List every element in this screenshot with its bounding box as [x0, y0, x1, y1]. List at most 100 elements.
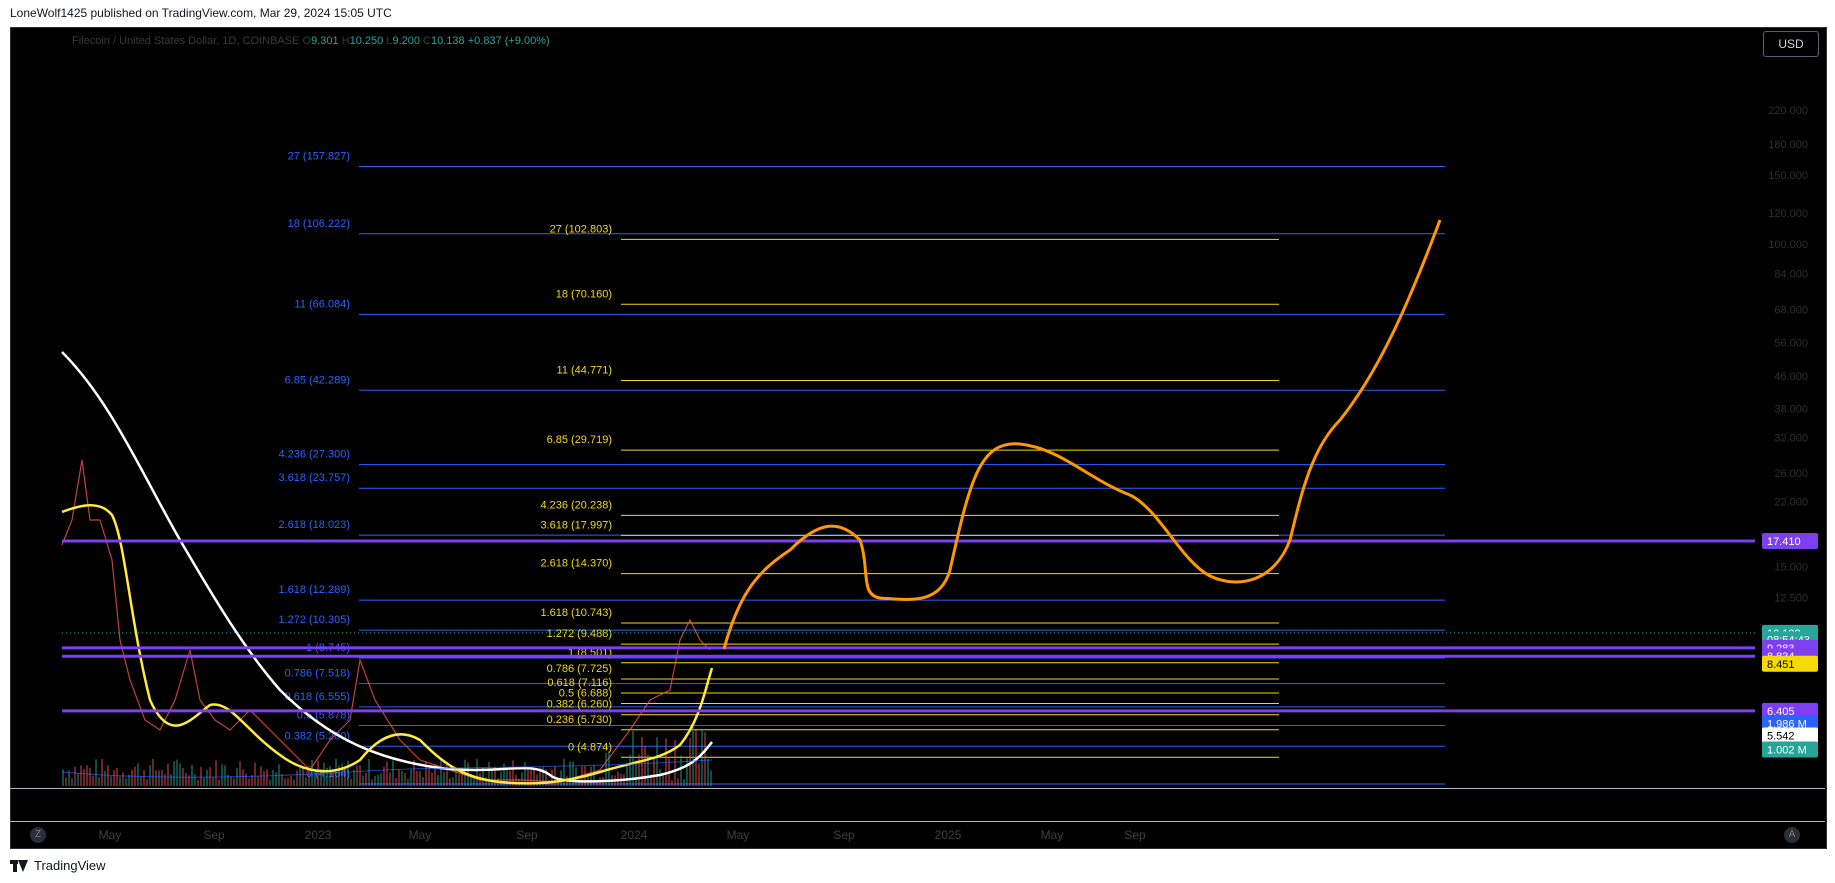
volume-bar [98, 777, 100, 786]
volume-bar [398, 769, 400, 786]
volume-bar [74, 767, 76, 786]
volume-bar [365, 773, 367, 786]
volume-bar [356, 765, 358, 786]
pane-divider [10, 788, 1825, 789]
volume-bar [656, 737, 658, 786]
fib-blue-label: 18 (106.222) [288, 218, 350, 230]
fib-yellow-label: 3.618 (17.997) [540, 519, 612, 531]
volume-bar [80, 765, 82, 786]
volume-bar [680, 755, 682, 786]
tradingview-logo-icon [10, 859, 28, 872]
volume-bar [257, 776, 259, 786]
volume-bar [368, 758, 370, 786]
volume-bar [671, 779, 673, 786]
volume-bar [437, 774, 439, 786]
volume-bar [140, 777, 142, 786]
price-axis-label: 22.000 [1774, 496, 1808, 508]
footer: TradingView [10, 858, 106, 873]
volume-bar [626, 762, 628, 786]
volume-bar [254, 762, 256, 786]
auto-scale-button[interactable]: A [1784, 827, 1800, 843]
high-label: H [341, 35, 350, 47]
volume-bar [203, 778, 205, 786]
volume-bar [428, 768, 430, 786]
volume-bar [287, 778, 289, 786]
fib-yellow-label: 0 (4.874) [568, 741, 612, 753]
volume-bar [161, 770, 163, 786]
volume-bar [359, 765, 361, 786]
ma-yellow-line [61, 504, 714, 785]
zoom-reset-button[interactable]: Z [30, 827, 46, 843]
volume-bar [404, 772, 406, 786]
fib-yellow-label: 18 (70.160) [556, 288, 612, 300]
volume-bar [146, 778, 148, 786]
chart-canvas[interactable]: 220.000 180.000 150.000 120.000 100.000 84.00… [0, 0, 1835, 883]
volume-bar [644, 746, 646, 786]
volume-bar [284, 778, 286, 786]
volume-bar [116, 767, 118, 786]
volume-bar [419, 771, 421, 786]
volume-bar [215, 760, 217, 786]
volume-bar [191, 764, 193, 786]
volume-bar [476, 758, 478, 786]
volume-bar [272, 770, 274, 786]
time-axis-label: Sep [516, 828, 538, 842]
volume-bar [152, 758, 154, 786]
volume-bar [431, 772, 433, 786]
price-axis-label: 15.000 [1774, 561, 1808, 573]
price-axis-label: 120.000 [1768, 208, 1808, 220]
volume-bar [461, 772, 463, 786]
fib-blue-label: 2.618 (18.023) [278, 519, 350, 531]
fib-blue-label: 0.618 (6.555) [285, 691, 350, 703]
price-series [61, 459, 711, 783]
volume-bar [629, 754, 631, 786]
volume-bar [173, 761, 175, 786]
volume-bar [275, 772, 277, 786]
volume-bar [230, 776, 232, 786]
volume-bar [239, 761, 241, 786]
volume-bar [83, 769, 85, 786]
volume-bar [299, 768, 301, 786]
volume-bar [563, 758, 565, 786]
volume-bar [659, 768, 661, 786]
volume-bar [314, 769, 316, 786]
fib-yellow-label: 0.5 (6.688) [559, 688, 612, 700]
price-axis-label: 100.000 [1768, 239, 1808, 251]
volume-bar [293, 779, 295, 786]
volume-bar [374, 775, 376, 786]
volume-bar [266, 769, 268, 786]
volume-bar [377, 774, 379, 786]
open-value: 9.301 [311, 35, 339, 47]
volume-bar [170, 774, 172, 786]
volume-bar [572, 761, 574, 786]
volume-bar [200, 767, 202, 786]
volume-bar [569, 761, 571, 786]
volume-bar [167, 763, 169, 786]
fib-blue-label: 0.786 (7.518) [285, 668, 350, 680]
fib-yellow-label: 2.618 (14.370) [540, 558, 612, 570]
price-axis-label: 46.000 [1774, 371, 1808, 383]
price-badge-text: 8.451 [1767, 659, 1795, 671]
time-axis-label: Sep [203, 828, 225, 842]
volume-bar [242, 769, 244, 786]
volume-bar [395, 778, 397, 786]
volume-bar [638, 754, 640, 786]
price-axis-label: 180.000 [1768, 139, 1808, 151]
volume-bar [290, 775, 292, 786]
currency-button[interactable]: USD [1763, 31, 1819, 57]
volume-bar [440, 760, 442, 786]
volume-bar [389, 772, 391, 786]
volume-bar [263, 771, 265, 786]
volume-bar [410, 769, 412, 786]
volume-bar [131, 769, 133, 786]
fib-blue-label: 1.618 (12.289) [278, 584, 350, 596]
volume-bar [662, 774, 664, 786]
volume-bar [233, 778, 235, 786]
volume-bar [380, 773, 382, 786]
fib-blue-label: 4.236 (27.300) [278, 449, 350, 461]
time-axis-label: May [727, 828, 750, 842]
price-axis-label: 84.000 [1774, 269, 1808, 281]
volume-bar [311, 760, 313, 786]
volume-bar [488, 761, 490, 786]
open-label: O [302, 35, 312, 47]
